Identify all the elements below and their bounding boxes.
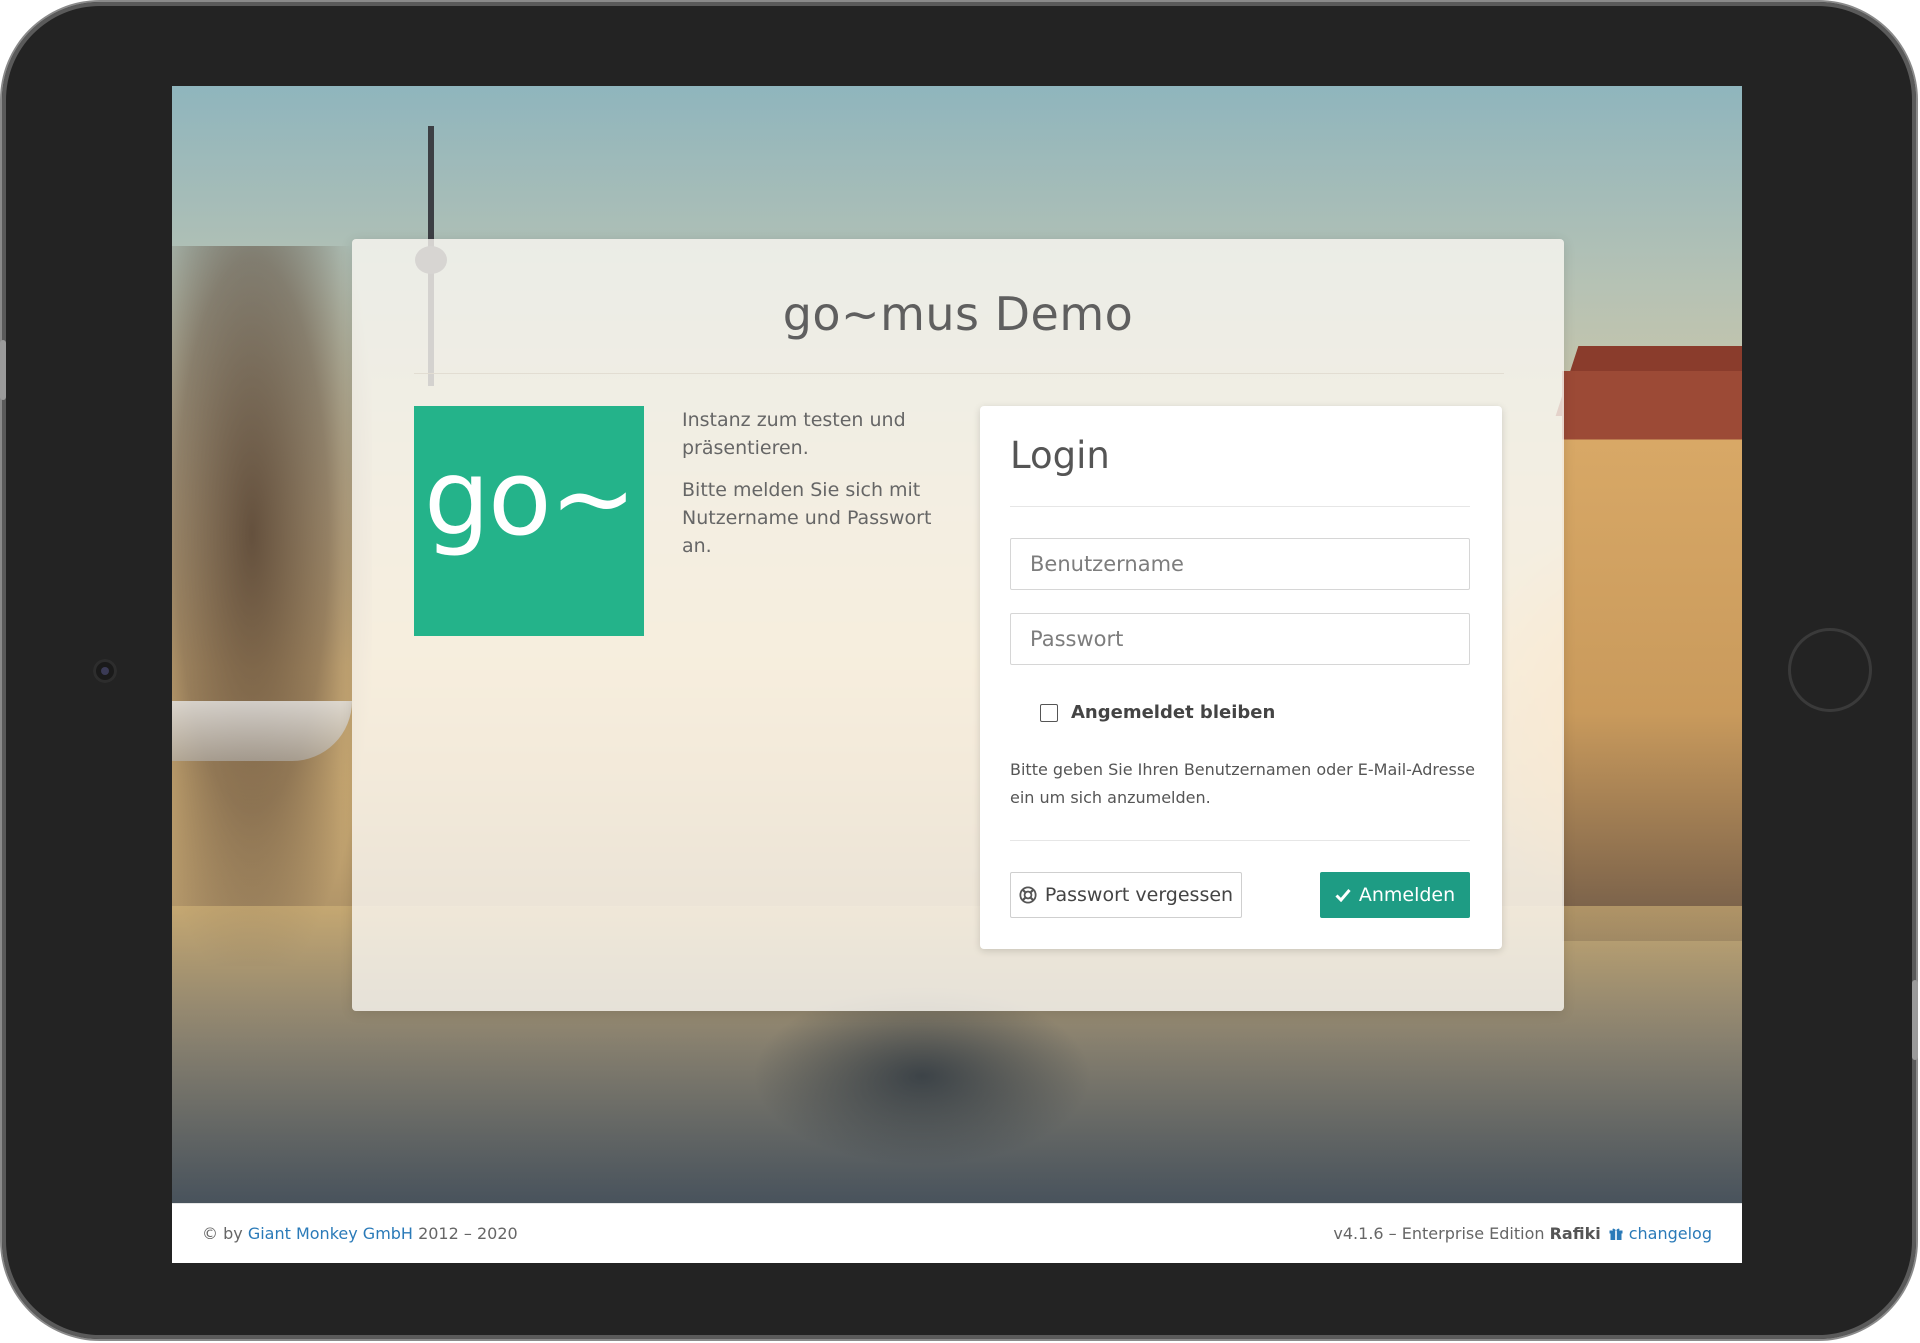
power-button bbox=[1912, 980, 1918, 1060]
forgot-password-button[interactable]: Passwort vergessen bbox=[1010, 872, 1242, 918]
gomus-logo: go~ bbox=[414, 406, 644, 636]
building bbox=[1562, 371, 1742, 941]
footer: © by Giant Monkey GmbH 2012 – 2020 v4.1.… bbox=[172, 1203, 1742, 1263]
login-title: Login bbox=[1010, 434, 1110, 477]
lifebuoy-icon bbox=[1019, 886, 1037, 904]
volume-button bbox=[0, 340, 6, 400]
edition-name: Rafiki bbox=[1549, 1224, 1601, 1243]
logo-text: go~ bbox=[424, 437, 637, 559]
remember-checkbox[interactable] bbox=[1040, 703, 1058, 722]
camera-icon bbox=[93, 659, 117, 683]
description-line-2: Bitte melden Sie sich mit Nutzername und… bbox=[682, 479, 932, 557]
password-input[interactable] bbox=[1010, 613, 1470, 665]
main-panel: go~mus Demo go~ Instanz zum testen und p… bbox=[352, 239, 1564, 1011]
copyright: © by Giant Monkey GmbH 2012 – 2020 bbox=[202, 1224, 518, 1243]
login-button[interactable]: Anmelden bbox=[1320, 872, 1470, 918]
background-image: go~mus Demo go~ Instanz zum testen und p… bbox=[172, 86, 1742, 1203]
page-title: go~mus Demo bbox=[782, 287, 1134, 341]
remember-me[interactable]: Angemeldet bleiben bbox=[1040, 702, 1275, 723]
check-icon bbox=[1335, 889, 1351, 902]
home-button bbox=[1788, 628, 1872, 712]
changelog-link[interactable]: changelog bbox=[1629, 1224, 1712, 1243]
version-text: v4.1.6 – Enterprise Edition bbox=[1333, 1224, 1545, 1243]
copyright-prefix: © by bbox=[202, 1224, 243, 1243]
username-input[interactable] bbox=[1010, 538, 1470, 590]
copyright-years: 2012 – 2020 bbox=[418, 1224, 518, 1243]
forgot-password-label: Passwort vergessen bbox=[1044, 884, 1234, 906]
login-hint: Bitte geben Sie Ihren Benutzernamen oder… bbox=[1010, 760, 1475, 807]
instance-description: Instanz zum testen und präsentieren. Bit… bbox=[682, 406, 952, 574]
version-info: v4.1.6 – Enterprise Edition Rafiki chang… bbox=[1333, 1224, 1712, 1243]
remember-label: Angemeldet bleiben bbox=[1071, 702, 1276, 723]
gift-icon bbox=[1609, 1228, 1623, 1240]
login-card: Login Angemeldet bleiben Bitte geben Sie… bbox=[980, 406, 1502, 949]
company-link[interactable]: Giant Monkey GmbH bbox=[248, 1224, 413, 1243]
divider bbox=[1010, 506, 1470, 507]
screen: go~mus Demo go~ Instanz zum testen und p… bbox=[172, 86, 1742, 1263]
login-button-label: Anmelden bbox=[1358, 884, 1456, 906]
divider bbox=[414, 373, 1504, 374]
tree-silhouette bbox=[172, 246, 372, 966]
description-line-1: Instanz zum testen und präsentieren. bbox=[682, 409, 906, 459]
divider bbox=[1010, 840, 1470, 841]
